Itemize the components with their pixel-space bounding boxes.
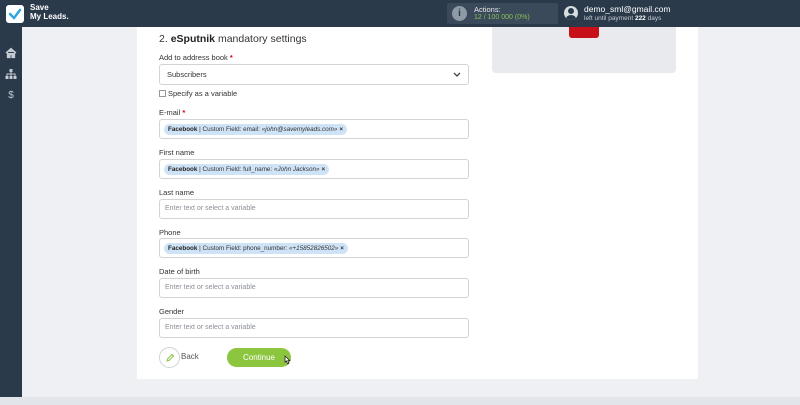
- email-label: E-mail *: [159, 108, 185, 117]
- user-email[interactable]: demo_sml@gmail.com: [584, 4, 671, 14]
- last-name-label: Last name: [159, 188, 195, 197]
- chip-field: | Custom Field: full_name:: [197, 166, 274, 173]
- address-book-label-text: Add to address book: [159, 53, 228, 62]
- section-number: 2.: [159, 33, 168, 45]
- remove-chip-icon[interactable]: ×: [340, 245, 344, 252]
- logo-icon[interactable]: [6, 5, 24, 23]
- brand-name[interactable]: Save My Leads.: [30, 3, 69, 21]
- video-preview[interactable]: [492, 27, 676, 73]
- chip-source: Facebook: [168, 126, 198, 133]
- sidebar: $: [0, 27, 22, 405]
- address-book-value: Subscribers: [167, 70, 207, 79]
- phone-field[interactable]: Facebook | Custom Field: phone_number: «…: [159, 238, 469, 258]
- required-mark: *: [182, 108, 186, 117]
- date-of-birth-placeholder: Enter text or select a variable: [165, 284, 256, 291]
- plan-status: left until payment 222 days: [584, 15, 661, 22]
- brand-line-1: Save: [30, 3, 49, 12]
- remove-chip-icon[interactable]: ×: [321, 166, 325, 173]
- brand-line-2: My Leads.: [30, 12, 69, 21]
- section-service-name: eSputnik: [170, 33, 216, 45]
- remove-chip-icon[interactable]: ×: [339, 126, 343, 133]
- user-avatar-icon[interactable]: [564, 6, 578, 20]
- first-name-field[interactable]: Facebook | Custom Field: full_name: «Joh…: [159, 159, 469, 179]
- specify-variable-label[interactable]: Specify as a variable: [168, 89, 237, 98]
- required-mark: *: [229, 53, 233, 62]
- chevron-down-icon: [453, 72, 461, 77]
- specify-variable-checkbox[interactable]: [159, 90, 166, 97]
- first-name-label: First name: [159, 148, 195, 157]
- sitemap-icon[interactable]: [3, 66, 19, 82]
- chip-value: «+15852826502»: [289, 245, 339, 252]
- chip-value: «John Jackson»: [273, 166, 320, 173]
- last-name-field[interactable]: Enter text or select a variable: [159, 199, 469, 219]
- gender-field[interactable]: Enter text or select a variable: [159, 318, 469, 338]
- chip-value: «john@savemyleads.com»: [261, 126, 338, 133]
- date-of-birth-field[interactable]: Enter text or select a variable: [159, 278, 469, 298]
- top-bar: Save My Leads. i Actions: 12 / 100 000 (…: [0, 0, 800, 27]
- address-book-label: Add to address book *: [159, 53, 233, 62]
- chip-source: Facebook: [168, 245, 198, 252]
- email-field[interactable]: Facebook | Custom Field: email: «john@sa…: [159, 119, 469, 139]
- chip-field: | Custom Field: phone_number:: [197, 245, 289, 252]
- section-suffix: mandatory settings: [217, 33, 307, 45]
- plan-prefix: left until payment: [584, 15, 634, 22]
- phone-variable-chip[interactable]: Facebook | Custom Field: phone_number: «…: [164, 243, 348, 254]
- phone-label: Phone: [159, 228, 181, 237]
- home-icon[interactable]: [3, 45, 19, 61]
- youtube-play-icon[interactable]: [569, 27, 599, 38]
- actions-label: Actions:: [474, 5, 501, 14]
- date-of-birth-label: Date of birth: [159, 267, 200, 276]
- last-name-placeholder: Enter text or select a variable: [165, 205, 256, 212]
- gender-label: Gender: [159, 307, 185, 316]
- plan-days: 222: [634, 15, 646, 22]
- pencil-icon: [166, 353, 175, 362]
- chip-source: Facebook: [168, 166, 198, 173]
- plan-suffix: days: [647, 15, 662, 22]
- email-label-text: E-mail: [159, 108, 181, 117]
- gender-placeholder: Enter text or select a variable: [165, 324, 256, 331]
- first-name-variable-chip[interactable]: Facebook | Custom Field: full_name: «Joh…: [164, 164, 330, 175]
- actions-counter: i Actions: 12 / 100 000 (0%): [447, 3, 558, 24]
- footer-strip: [0, 397, 800, 405]
- dollar-icon[interactable]: $: [3, 88, 19, 104]
- back-button[interactable]: [159, 347, 180, 368]
- section-title: 2. eSputnik mandatory settings: [159, 33, 307, 45]
- back-label[interactable]: Back: [181, 352, 199, 361]
- actions-count: 12 / 100 000 (0%): [474, 14, 530, 21]
- chip-field: | Custom Field: email:: [197, 126, 262, 133]
- address-book-select[interactable]: Subscribers: [159, 64, 469, 85]
- email-variable-chip[interactable]: Facebook | Custom Field: email: «john@sa…: [164, 124, 348, 135]
- info-icon: i: [452, 6, 467, 21]
- mouse-pointer-icon: [284, 355, 291, 365]
